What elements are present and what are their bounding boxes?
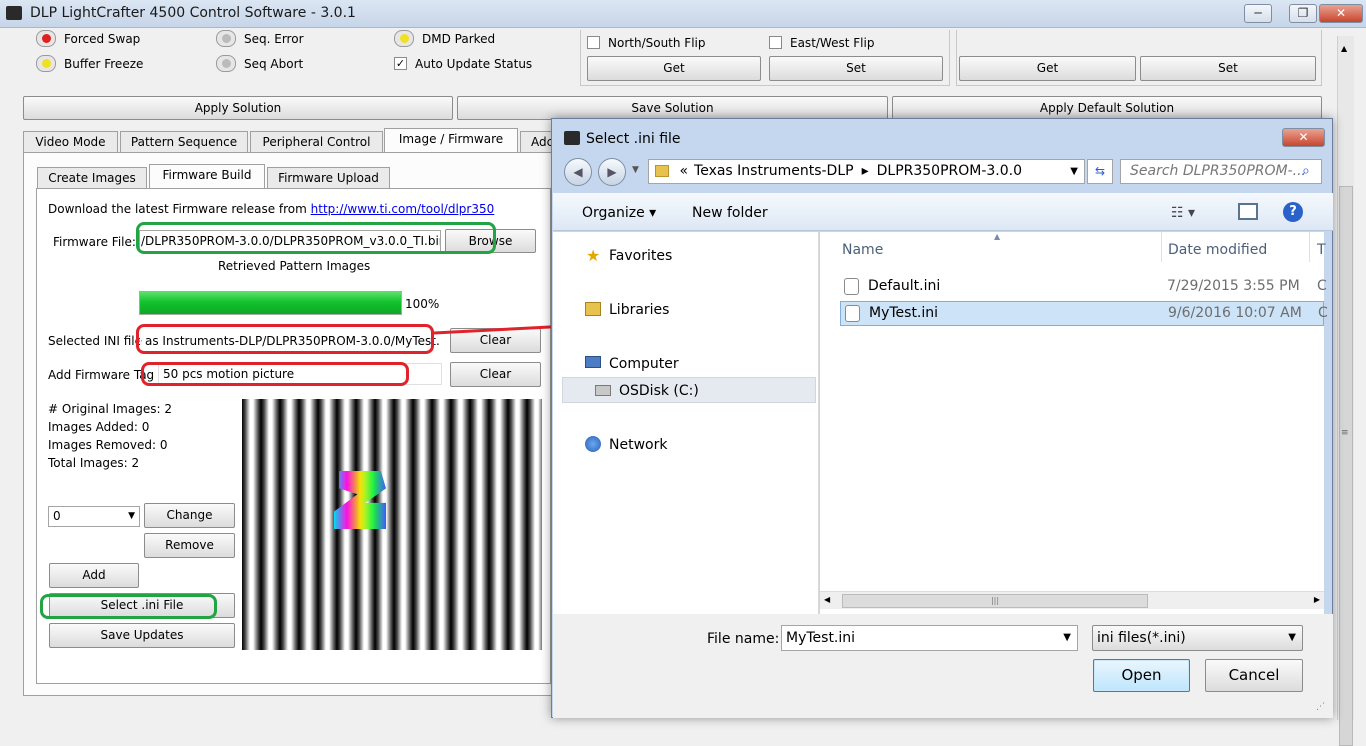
forward-icon[interactable]: ▶ [598, 158, 626, 186]
file-row-default[interactable]: Default.ini 7/29/2015 3:55 PM C [840, 274, 1327, 298]
image-index-select[interactable]: 0 ▼ [48, 506, 140, 527]
grip-icon: ≡ [1341, 428, 1349, 438]
file-date: 9/6/2016 10:07 AM [1168, 305, 1302, 321]
sort-ascending-icon: ▲ [994, 232, 1001, 241]
address-bar[interactable]: « Texas Instruments-DLP ▸ DLPR350PROM-3.0.0… [648, 159, 1085, 184]
dialog-title: Select .ini file [586, 131, 681, 147]
preview-pane-icon[interactable] [1238, 203, 1258, 220]
file-name: MyTest.ini [869, 305, 939, 321]
resize-grip-icon[interactable]: ⋰ [1316, 702, 1325, 712]
column-name-header[interactable]: Name [842, 242, 883, 258]
original-images-text: # Original Images: 2 [48, 402, 172, 416]
nav-network[interactable]: Network [609, 437, 667, 453]
filter-dropdown-icon: ▼ [1288, 632, 1296, 643]
column-date-header[interactable]: Date modified [1168, 242, 1267, 258]
recent-pages-icon[interactable]: ▼ [632, 165, 639, 175]
view-options-icon[interactable]: ☷ ▾ [1171, 205, 1195, 221]
open-button[interactable]: Open [1093, 659, 1190, 692]
column-divider-2 [1309, 232, 1310, 262]
network-icon [585, 436, 601, 452]
scroll-thumb[interactable] [1339, 186, 1353, 746]
images-removed-text: Images Removed: 0 [48, 438, 168, 452]
libraries-icon [585, 302, 601, 316]
chevron-down-icon: ▼ [128, 511, 135, 521]
cancel-button[interactable]: Cancel [1205, 659, 1303, 692]
select-ini-annotation [40, 594, 217, 619]
scroll-up-icon: ▲ [1341, 44, 1348, 53]
back-icon[interactable]: ◀ [564, 158, 592, 186]
add-button[interactable]: Add [49, 563, 139, 588]
hscroll-thumb[interactable]: ||| [842, 594, 1148, 608]
file-type: C [1318, 305, 1328, 321]
help-icon[interactable]: ? [1283, 202, 1303, 222]
ini-file-icon [844, 278, 859, 295]
file-type-filter-value: ini files(*.ini) [1097, 630, 1186, 646]
scroll-right-icon: ▶ [1313, 595, 1320, 604]
image-index-value: 0 [53, 509, 61, 523]
file-type-filter-select[interactable]: ini files(*.ini) ▼ [1092, 625, 1303, 651]
nav-computer[interactable]: Computer [609, 356, 679, 372]
drive-icon [595, 385, 611, 396]
remove-button[interactable]: Remove [144, 533, 235, 558]
file-name-input[interactable]: MyTest.ini ▼ [781, 625, 1078, 651]
address-dropdown-icon[interactable]: ▼ [1070, 160, 1078, 183]
save-updates-button[interactable]: Save Updates [49, 623, 235, 648]
computer-icon [585, 356, 601, 368]
breadcrumb-texas-instruments[interactable]: Texas Instruments-DLP [694, 163, 854, 179]
nav-osdisk[interactable]: OSDisk (C:) [619, 383, 699, 399]
breadcrumb-overflow[interactable]: « [679, 163, 688, 179]
favorites-star-icon: ★ [586, 246, 601, 265]
number-overlay-graphic [334, 471, 386, 529]
dialog-close-button[interactable]: ✕ [1282, 128, 1325, 147]
scroll-left-icon: ◀ [824, 595, 831, 604]
change-button[interactable]: Change [144, 503, 235, 528]
folder-icon [655, 165, 669, 177]
file-list-hscroll[interactable]: ◀ ||| ▶ [820, 591, 1324, 609]
total-images-text: Total Images: 2 [48, 456, 140, 470]
main-scrollbar[interactable]: ▲ ≡ [1337, 36, 1354, 746]
images-added-text: Images Added: 0 [48, 420, 150, 434]
column-divider [1161, 232, 1162, 262]
refresh-icon[interactable]: ⇆ [1087, 159, 1113, 184]
new-folder-button[interactable]: New folder [692, 205, 768, 221]
file-row-mytest[interactable]: MyTest.ini 9/6/2016 10:07 AM C [840, 301, 1328, 326]
file-name: Default.ini [868, 278, 941, 294]
navigation-pane [553, 232, 819, 614]
file-name-dropdown-icon[interactable]: ▼ [1063, 626, 1071, 650]
file-date: 7/29/2015 3:55 PM [1167, 278, 1300, 294]
organize-menu[interactable]: Organize ▾ [582, 205, 656, 221]
dialog-app-icon [564, 131, 580, 145]
column-type-header[interactable]: T [1317, 242, 1326, 258]
breadcrumb-separator: ▸ [861, 163, 869, 179]
file-type: C [1317, 278, 1327, 294]
pattern-preview-image [242, 399, 542, 650]
dialog-toolbar [553, 193, 1333, 231]
search-icon: ⌕ [1302, 163, 1310, 179]
nav-favorites[interactable]: Favorites [609, 248, 672, 264]
breadcrumb-dlpr350prom[interactable]: DLPR350PROM-3.0.0 [877, 163, 1022, 179]
file-name-label: File name: [707, 631, 780, 647]
nav-libraries[interactable]: Libraries [609, 302, 669, 318]
select-ini-dialog: Select .ini file ✕ ◀ ▶ ▼ « Texas Instrume… [551, 118, 1333, 718]
search-input[interactable]: Search DLPR350PROM-... [1120, 159, 1322, 184]
file-name-value: MyTest.ini [786, 630, 856, 646]
